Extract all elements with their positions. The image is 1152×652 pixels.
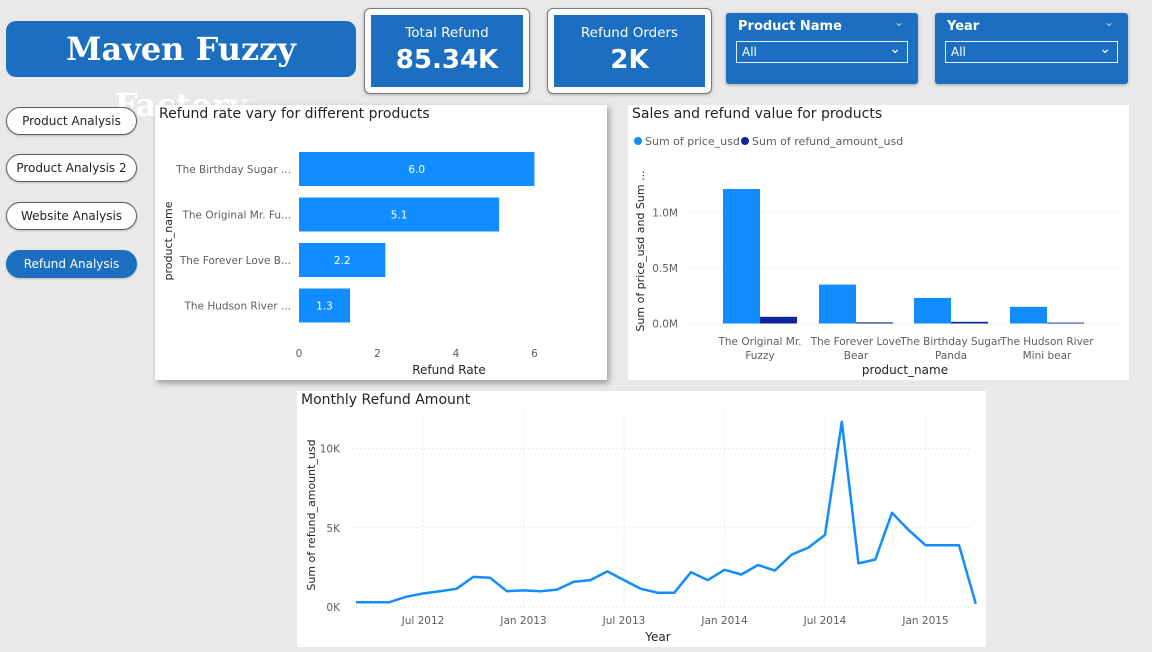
dropdown-value: All bbox=[951, 45, 966, 59]
chevron-down-icon[interactable]: ⌄ bbox=[894, 15, 904, 29]
x-tick-label: Jan 2013 bbox=[499, 615, 546, 627]
x-tick-label: Jan 2015 bbox=[901, 615, 948, 627]
legend-label: Sum of refund_amount_usd bbox=[752, 135, 903, 148]
bar bbox=[1047, 322, 1084, 324]
monthly-refund-line-chart: 0K 5K 10K Jul 2012 Jan 2013 Jul 2013 Jan 2014 J… bbox=[305, 413, 978, 644]
bar bbox=[951, 321, 988, 324]
data-label: 1.3 bbox=[316, 301, 333, 313]
x-axis-title: product_name bbox=[862, 363, 948, 377]
chevron-down-icon[interactable]: ⌄ bbox=[1104, 15, 1114, 29]
category-label: The Birthday Sugar ... bbox=[175, 164, 291, 176]
bar bbox=[856, 322, 893, 324]
kpi-card-total-refund: Total Refund 85.34K bbox=[364, 8, 530, 94]
x-tick-label: Jul 2013 bbox=[602, 615, 646, 627]
nav-button-refund-analysis[interactable]: Refund Analysis bbox=[6, 250, 137, 278]
y-axis-title: Sum of price_usd and Sum ... bbox=[634, 170, 647, 331]
data-label: 6.0 bbox=[408, 164, 425, 176]
bar bbox=[819, 284, 856, 324]
chevron-down-icon[interactable]: ⌄ bbox=[889, 41, 901, 57]
y-tick-label: 1.0M bbox=[652, 207, 678, 219]
nav-button-website-analysis[interactable]: Website Analysis bbox=[6, 202, 137, 230]
refund-rate-chart-panel: Refund rate vary for different products … bbox=[155, 105, 607, 380]
category-label: The Forever Love B... bbox=[179, 255, 291, 267]
bar bbox=[723, 189, 760, 324]
x-tick-label: Jul 2014 bbox=[803, 615, 847, 627]
y-tick-label: 5K bbox=[326, 523, 341, 535]
y-tick-label: 0.5M bbox=[652, 263, 678, 275]
legend-marker bbox=[634, 137, 642, 145]
x-tick-label: Jul 2012 bbox=[401, 615, 445, 627]
data-label: 2.2 bbox=[334, 255, 351, 267]
sales-refund-chart-panel: Sales and refund value for products Sum … bbox=[628, 105, 1129, 380]
x-tick-label: 6 bbox=[531, 348, 538, 360]
y-tick-label: 0.0M bbox=[652, 319, 678, 331]
dashboard-title: Maven Fuzzy Factory bbox=[6, 21, 356, 124]
nav-button-product-analysis[interactable]: Product Analysis bbox=[6, 107, 137, 135]
slicer-product-name: Product Name ⌄ All ⌄ bbox=[726, 13, 918, 84]
x-tick-label: 2 bbox=[374, 348, 381, 360]
x-tick-label: Jan 2014 bbox=[700, 615, 748, 627]
slicer-title: Year bbox=[947, 19, 980, 34]
category-label: The Hudson River Mini bear bbox=[999, 336, 1094, 362]
kpi-label: Total Refund bbox=[405, 25, 489, 41]
category-label: The Original Mr. Fu... bbox=[181, 210, 291, 222]
nav-button-product-analysis-2[interactable]: Product Analysis 2 bbox=[6, 154, 137, 182]
category-label: The Original Mr. Fuzzy bbox=[717, 336, 801, 362]
y-axis-title: product_name bbox=[162, 201, 175, 280]
kpi-label: Refund Orders bbox=[580, 25, 679, 41]
product-name-dropdown[interactable]: All ⌄ bbox=[736, 41, 908, 63]
kpi-card-refund-orders: Refund Orders 2K bbox=[547, 8, 712, 94]
slicer-title: Product Name bbox=[738, 19, 842, 34]
category-label: The Hudson River ... bbox=[183, 301, 291, 313]
x-axis-title: Refund Rate bbox=[412, 363, 486, 377]
refund-rate-bar-chart: product_name The Birthday Sugar ... 6.0 The… bbox=[162, 152, 538, 377]
bar bbox=[1010, 306, 1047, 324]
chevron-down-icon[interactable]: ⌄ bbox=[1099, 41, 1111, 57]
legend-label: Sum of price_usd bbox=[645, 135, 740, 148]
category-label: The Birthday Sugar Panda bbox=[899, 336, 1002, 362]
year-dropdown[interactable]: All ⌄ bbox=[945, 41, 1118, 63]
x-axis-title: Year bbox=[644, 630, 670, 644]
x-tick-label: 0 bbox=[296, 348, 303, 360]
x-tick-label: 4 bbox=[453, 348, 460, 360]
y-tick-label: 0K bbox=[326, 602, 341, 614]
dropdown-value: All bbox=[742, 45, 757, 59]
category-label: The Forever Love Bear bbox=[810, 336, 902, 362]
kpi-value: 2K bbox=[610, 45, 649, 75]
y-tick-label: 10K bbox=[320, 444, 341, 456]
monthly-refund-chart-panel: Monthly Refund Amount 0K 5K 10K Jul 2012 Jan… bbox=[297, 391, 986, 647]
legend-marker bbox=[741, 137, 749, 145]
y-axis-title: Sum of refund_amount_usd bbox=[305, 439, 318, 590]
sales-refund-column-chart: Sum of price_usd Sum of refund_amount_usd… bbox=[634, 135, 1126, 377]
bar bbox=[914, 297, 951, 324]
bar bbox=[760, 316, 797, 324]
slicer-year: Year ⌄ All ⌄ bbox=[935, 13, 1128, 84]
kpi-value: 85.34K bbox=[395, 45, 499, 75]
data-label: 5.1 bbox=[391, 210, 408, 222]
